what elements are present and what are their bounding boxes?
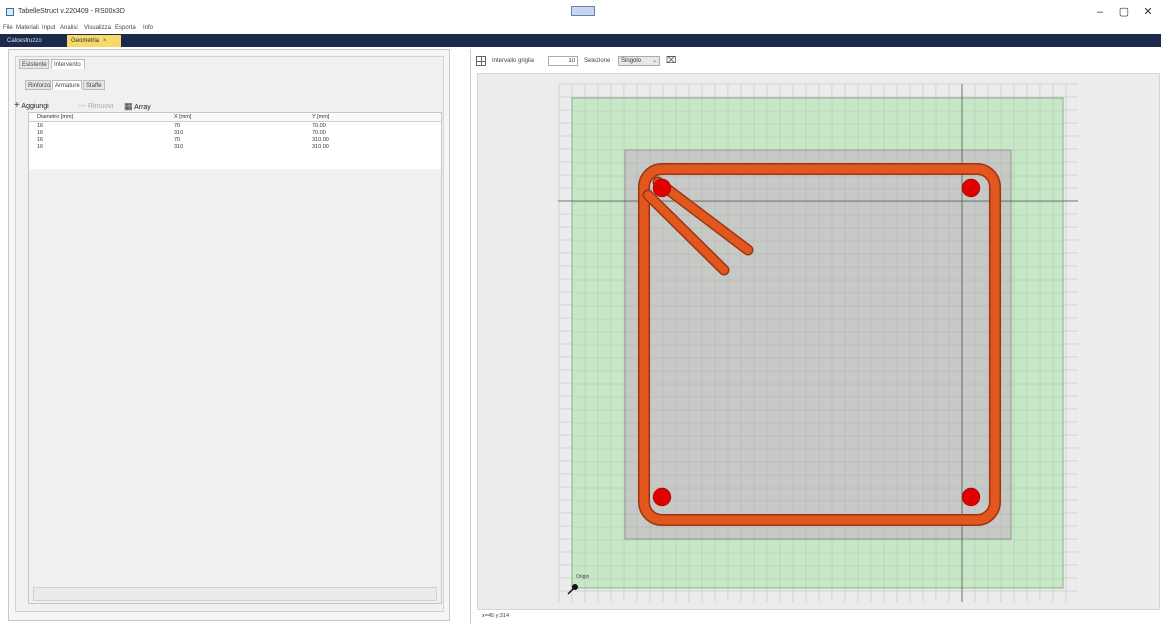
close-tab-icon[interactable]: × xyxy=(103,38,107,44)
selection-label: Selezione xyxy=(584,58,611,64)
array-label: Array xyxy=(134,104,151,111)
selection-dropdown[interactable]: Singolo ⌄ xyxy=(618,56,660,66)
title-center-badge[interactable] xyxy=(571,6,595,16)
cell-x[interactable]: 310 xyxy=(174,144,183,150)
table-row[interactable]: 16 70 70.00 xyxy=(29,123,441,130)
column-header-x[interactable]: X [mm] xyxy=(174,114,191,120)
rebar xyxy=(961,178,981,198)
section-canvas[interactable] xyxy=(477,73,1160,610)
table-footer xyxy=(33,587,437,601)
app-icon xyxy=(6,8,14,16)
rebar xyxy=(652,178,672,198)
add-button[interactable]: + Aggiungi xyxy=(14,101,49,111)
minimize-button[interactable]: – xyxy=(1089,5,1111,19)
array-button[interactable]: ▦ Array xyxy=(124,101,151,111)
grid-interval-input[interactable] xyxy=(548,56,578,66)
menu-visualizza[interactable]: Visualizza xyxy=(84,25,111,31)
section-drawing[interactable] xyxy=(478,74,1161,611)
rebar xyxy=(961,487,981,507)
section-toolbar: Intervallo griglia Selezione Singolo ⌄ ⌧ xyxy=(470,54,1160,70)
cell-y[interactable]: 310.00 xyxy=(312,144,329,150)
tab-calcestruzzo[interactable]: Calcestruzzo xyxy=(3,35,51,47)
cell-diametro[interactable]: 16 xyxy=(37,137,43,143)
cursor-coordinates: x=45 y:314 xyxy=(482,613,510,619)
remove-button[interactable]: — Rimuovi xyxy=(78,101,113,111)
cell-x[interactable]: 70 xyxy=(174,137,180,143)
menu-file[interactable]: File xyxy=(3,25,13,31)
cell-x[interactable]: 70 xyxy=(174,123,180,129)
document-tab-bar: Calcestruzzo Geometria × xyxy=(0,34,1161,47)
menu-bar: File Materiali Input Analisi Visualizza … xyxy=(0,24,1161,34)
add-label: Aggiungi xyxy=(21,103,49,110)
menu-analisi[interactable]: Analisi xyxy=(60,25,78,31)
grid-icon: ▦ xyxy=(124,101,133,111)
table-header: Diametro [mm] X [mm] Y [mm] xyxy=(29,113,441,122)
cell-y[interactable]: 70.00 xyxy=(312,123,326,129)
grid-interval-label: Intervallo griglia xyxy=(492,58,535,64)
remove-label: Rimuovi xyxy=(87,103,114,110)
menu-input[interactable]: Input xyxy=(42,25,55,31)
cell-x[interactable]: 310 xyxy=(174,130,183,136)
maximize-button[interactable]: ▢ xyxy=(1113,5,1135,19)
menu-esporta[interactable]: Esporta xyxy=(115,25,136,31)
rebar xyxy=(652,487,672,507)
tab-staffe[interactable]: Staffe xyxy=(83,80,105,90)
column-header-diametro[interactable]: Diametro [mm] xyxy=(37,114,73,120)
grid-toggle-icon[interactable] xyxy=(476,56,486,66)
cell-diametro[interactable]: 16 xyxy=(37,123,43,129)
origin-marker xyxy=(567,584,578,595)
selection-value: Singolo xyxy=(621,58,642,64)
tab-rinforzo[interactable]: Rinforzo xyxy=(25,80,51,90)
column-header-y[interactable]: Y [mm] xyxy=(312,114,329,120)
tab-esistente[interactable]: Esistente xyxy=(19,59,49,69)
tab-armature[interactable]: Armature xyxy=(52,80,82,90)
table-body: 16 70 70.00 16 310 70.00 16 70 310.00 16… xyxy=(29,122,441,169)
close-button[interactable]: ✕ xyxy=(1137,5,1159,19)
chevron-down-icon: ⌄ xyxy=(651,58,657,64)
menu-info[interactable]: Info xyxy=(143,25,153,31)
reset-view-icon[interactable]: ⌧ xyxy=(666,55,676,66)
tab-intervento[interactable]: Intervento xyxy=(51,59,85,69)
armature-table: Diametro [mm] X [mm] Y [mm] 16 70 70.00 … xyxy=(28,112,442,604)
origin-label: Origin xyxy=(576,574,590,580)
minus-icon: — xyxy=(78,101,86,110)
inner-section-area xyxy=(624,149,1012,540)
title-bar: TabelleStruct v.220409 - RS00x3D – ▢ ✕ xyxy=(0,0,1161,24)
menu-materiali[interactable]: Materiali xyxy=(16,25,39,31)
cell-diametro[interactable]: 16 xyxy=(37,144,43,150)
tab-geometria-label: Geometria xyxy=(71,38,100,44)
cell-diametro[interactable]: 16 xyxy=(37,130,43,136)
cell-y[interactable]: 310.00 xyxy=(312,137,329,143)
table-row[interactable]: 16 310 310.00 xyxy=(29,144,441,151)
plus-icon: + xyxy=(14,100,20,111)
tab-geometria[interactable]: Geometria × xyxy=(67,35,121,47)
table-row[interactable]: 16 310 70.00 xyxy=(29,130,441,137)
window-title: TabelleStruct v.220409 - RS00x3D xyxy=(18,8,125,15)
table-row[interactable]: 16 70 310.00 xyxy=(29,137,441,144)
cell-y[interactable]: 70.00 xyxy=(312,130,326,136)
